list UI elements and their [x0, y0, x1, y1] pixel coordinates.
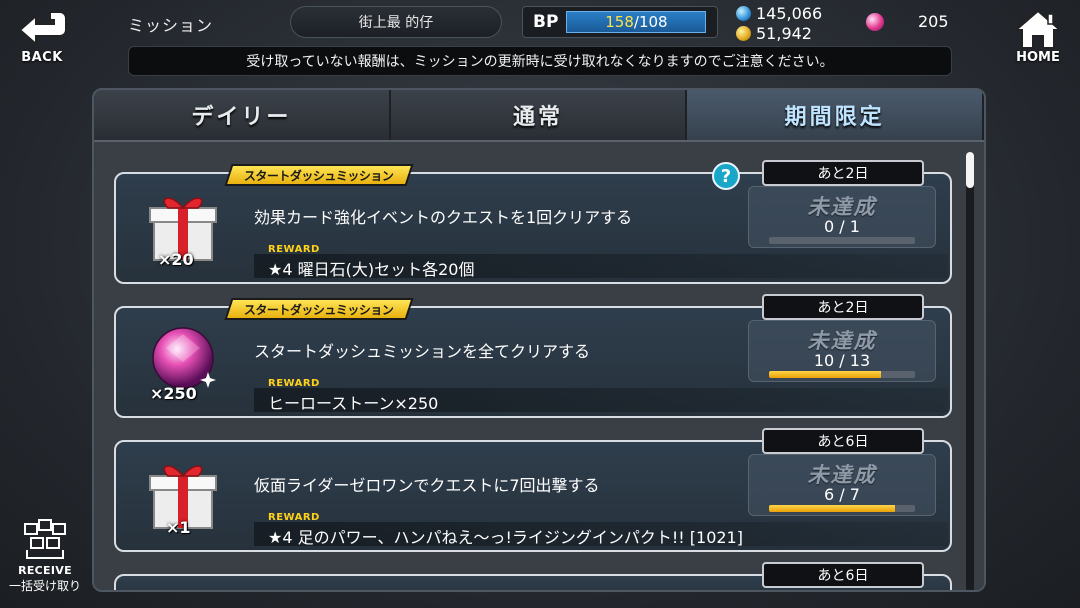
hero-stone-icon: [866, 12, 884, 31]
deadline-label: あと2日: [762, 160, 924, 186]
mission-list[interactable]: スタートダッシュミッション ? あと2日 ×20 効果カード強化イベントのクエス…: [94, 140, 984, 590]
mission-card[interactable]: スタートダッシュミッション あと2日 ×250 スタートダッシュミッションを全て…: [114, 294, 952, 418]
scrollbar-thumb[interactable]: [966, 152, 974, 188]
back-label: BACK: [21, 50, 63, 65]
receive-gifts-icon: [24, 519, 66, 559]
mission-card[interactable]: あと6日: [114, 562, 952, 590]
reward-text: ヒーローストーン×250: [268, 394, 439, 413]
back-button[interactable]: BACK: [8, 8, 76, 70]
gold-currency: 51,942: [736, 24, 812, 43]
blue-currency-value: 145,066: [756, 4, 823, 23]
deadline-label: あと6日: [762, 428, 924, 454]
progress-count: 0 / 1: [824, 217, 860, 236]
player-name: 街上最 的仔: [290, 6, 502, 38]
deadline-label: あと6日: [762, 562, 924, 588]
tab-limited[interactable]: 期間限定: [687, 90, 984, 140]
gold-coin-icon: [736, 26, 751, 41]
progress-box: 未達成 0 / 1: [748, 186, 936, 248]
reward-label: REWARD: [268, 512, 320, 523]
notice-bar: 受け取っていない報酬は、ミッションの更新時に受け取れなくなりますのでご注意くださ…: [128, 46, 952, 76]
bp-label: BP: [533, 12, 559, 32]
mission-description: 効果カード強化イベントのクエストを1回クリアする: [254, 208, 633, 227]
gold-currency-value: 51,942: [756, 24, 812, 43]
start-dash-badge: スタートダッシュミッション: [224, 298, 414, 320]
reward-label: REWARD: [268, 378, 320, 389]
back-arrow-icon: [18, 11, 67, 47]
help-icon[interactable]: ?: [712, 162, 740, 190]
reward-quantity: ×250: [150, 384, 197, 403]
reward-text: ★4 足のパワー、ハンパねえ～っ!ライジングインパクト!! [1021]: [268, 528, 743, 547]
home-button[interactable]: HOME: [1004, 8, 1072, 70]
scrollbar[interactable]: [966, 152, 974, 590]
home-label: HOME: [1016, 50, 1060, 65]
bp-bar: 158 /108: [566, 11, 707, 33]
page-title: ミッション: [128, 16, 214, 35]
mission-card[interactable]: スタートダッシュミッション ? あと2日 ×20 効果カード強化イベントのクエス…: [114, 160, 952, 284]
reward-quantity: ×20: [158, 250, 194, 269]
progress-bar: [769, 237, 915, 244]
bp-max: /108: [633, 13, 668, 31]
tab-normal[interactable]: 通常: [390, 90, 688, 140]
hero-stone-value: 205: [918, 12, 949, 31]
receive-label: RECEIVE: [18, 564, 72, 577]
bp-meter: BP 158 /108: [522, 6, 718, 38]
tab-daily[interactable]: デイリー: [94, 90, 391, 140]
deadline-label: あと2日: [762, 294, 924, 320]
mission-description: 仮面ライダーゼロワンでクエストに7回出撃する: [254, 476, 600, 495]
blue-coin-icon: [736, 6, 751, 21]
reward-text: ★4 曜日石(大)セット各20個: [268, 260, 475, 279]
receive-all-button[interactable]: RECEIVE 一括受け取り: [6, 518, 84, 598]
progress-fill: [769, 505, 895, 512]
tab-bar: デイリー 通常 期間限定: [94, 90, 984, 140]
blue-currency: 145,066: [736, 4, 822, 23]
mission-description: スタートダッシュミッションを全てクリアする: [254, 342, 591, 361]
reward-quantity: ×1: [166, 518, 191, 537]
mission-panel: デイリー 通常 期間限定 スタートダッシュミッション ? あと2日 ×20 効果…: [92, 88, 986, 592]
progress-box: 未達成 6 / 7: [748, 454, 936, 516]
start-dash-badge: スタートダッシュミッション: [224, 164, 414, 186]
receive-sub-label: 一括受け取り: [8, 579, 81, 593]
home-icon: [1013, 9, 1063, 49]
progress-fill: [769, 371, 882, 378]
progress-bar: [769, 505, 915, 512]
progress-count: 10 / 13: [813, 351, 871, 370]
hero-stone-counter: 205: [866, 12, 949, 31]
progress-box: 未達成 10 / 13: [748, 320, 936, 382]
progress-count: 6 / 7: [824, 485, 860, 504]
bp-current: 158: [605, 13, 634, 31]
reward-label: REWARD: [268, 244, 320, 255]
mission-card[interactable]: あと6日 ×1 仮面ライダーゼロワンでクエストに7回出撃する REWARD ★4…: [114, 428, 952, 552]
progress-bar: [769, 371, 915, 378]
